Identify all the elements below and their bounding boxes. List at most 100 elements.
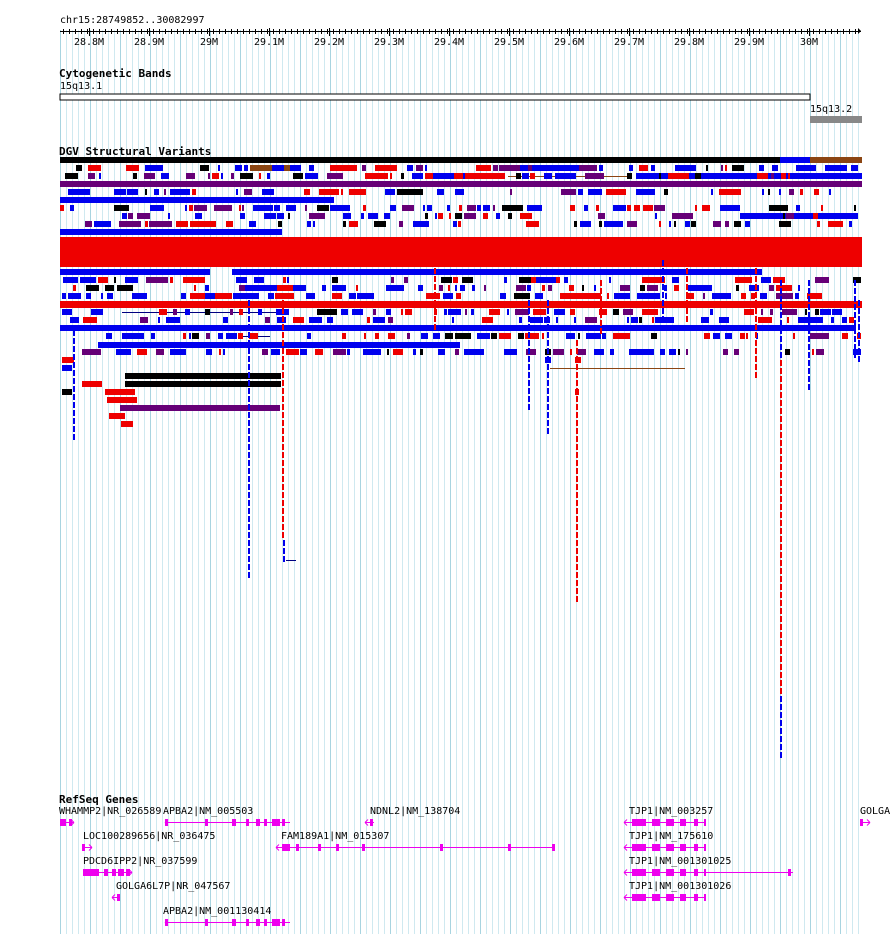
gene-exon	[83, 869, 99, 876]
dgv-variant	[805, 213, 809, 219]
dgv-variant	[547, 332, 549, 338]
dgv-variant	[86, 293, 91, 299]
dgv-variant	[576, 484, 578, 490]
dgv-variant	[386, 285, 404, 291]
dgv-variant	[205, 285, 209, 291]
dgv-variant	[600, 296, 602, 302]
dgv-variant	[798, 317, 823, 323]
dgv-variant	[686, 349, 688, 355]
dgv-variant	[236, 189, 238, 195]
dgv-variant	[735, 173, 750, 179]
dgv-variant	[293, 173, 303, 179]
dgv-variant	[798, 285, 800, 291]
dgv-variant	[780, 504, 782, 510]
dgv-variant	[453, 221, 457, 227]
dgv-variant	[536, 277, 556, 283]
dgv-variant	[125, 373, 281, 379]
dgv-variant	[588, 189, 602, 195]
gene-label[interactable]: LOC100289656|NR_036475	[83, 831, 215, 842]
dgv-variant	[643, 205, 653, 211]
gene-label[interactable]: APBA2|NM_001130414	[163, 906, 271, 917]
dgv-variant	[831, 173, 843, 179]
dgv-variant	[528, 380, 530, 386]
dgv-variant	[109, 413, 125, 419]
dgv-variant	[455, 189, 464, 195]
dgv-variant	[282, 444, 284, 450]
dgv-variant	[434, 284, 436, 290]
refseq-track-title[interactable]: RefSeq Genes	[59, 794, 138, 805]
gene-exon	[82, 844, 85, 851]
dgv-variant	[585, 173, 604, 179]
gene-label[interactable]: TJP1|NM_001301025	[629, 856, 731, 867]
dgv-variant	[725, 333, 732, 339]
cytoband-track-title[interactable]: Cytogenetic Bands	[59, 68, 172, 79]
gene-label[interactable]: TJP1|NM_001301026	[629, 881, 731, 892]
dgv-variant	[277, 285, 293, 291]
dgv-variant	[780, 576, 782, 582]
dgv-variant	[854, 320, 856, 326]
dgv-variant	[547, 404, 549, 410]
dgv-variant	[268, 293, 274, 299]
dgv-variant	[455, 213, 462, 219]
dgv-variant	[471, 309, 474, 315]
dgv-variant	[736, 285, 739, 291]
gene-label[interactable]: TJP1|NM_175610	[629, 831, 713, 842]
dgv-variant	[600, 288, 602, 294]
dgv-variant	[854, 328, 856, 334]
dgv-variant	[248, 380, 250, 386]
dgv-variant	[248, 564, 250, 570]
dgv-variant	[304, 189, 310, 195]
dgv-variant	[651, 165, 655, 171]
gene-label[interactable]: NDNL2|NM_138704	[370, 806, 460, 817]
dgv-variant	[772, 165, 778, 171]
dgv-variant	[460, 285, 465, 291]
gene-exon	[370, 819, 373, 826]
dgv-variant	[322, 285, 326, 291]
gene-label[interactable]: GOLGA	[860, 806, 890, 817]
gene-label[interactable]: APBA2|NM_005503	[163, 806, 253, 817]
dgv-variant	[435, 213, 437, 219]
dgv-variant	[244, 189, 252, 195]
dgv-variant	[547, 428, 549, 434]
dgv-variant	[780, 280, 782, 286]
dgv-variant	[520, 213, 532, 219]
cytoband-label-15q13-1: 15q13.1	[60, 81, 103, 92]
dgv-variant	[629, 349, 654, 355]
dgv-variant	[576, 508, 578, 514]
dgv-variant	[248, 372, 250, 378]
dgv-variant	[820, 309, 831, 315]
dgv-track-title[interactable]: DGV Structural Variants	[59, 146, 211, 157]
gene-exon	[318, 844, 321, 851]
dgv-variant	[780, 600, 782, 606]
dgv-variant	[518, 333, 524, 339]
dgv-variant	[504, 349, 517, 355]
gene-exon	[704, 844, 706, 851]
dgv-variant	[402, 205, 414, 211]
gene-label[interactable]: FAM189A1|NM_015307	[281, 831, 389, 842]
dgv-variant	[375, 165, 397, 171]
dgv-variant	[248, 444, 250, 450]
dgv-variant	[547, 420, 549, 426]
gene-label[interactable]: GOLGA6L7P|NR_047567	[116, 881, 230, 892]
gene-label[interactable]: TJP1|NM_003257	[629, 806, 713, 817]
dgv-variant	[686, 292, 688, 298]
dgv-variant	[613, 309, 619, 315]
dgv-variant	[810, 333, 829, 339]
dgv-variant	[205, 293, 215, 299]
gene-label[interactable]: WHAMMP2|NR_026589	[59, 806, 161, 817]
gene-label[interactable]: PDCD6IPP2|NR_037599	[83, 856, 197, 867]
gene-exon	[282, 844, 290, 851]
dgv-variant	[223, 317, 228, 323]
dgv-variant	[627, 317, 629, 323]
cytoband-15q13-2	[810, 116, 862, 123]
dgv-variant	[283, 540, 285, 546]
dgv-variant	[761, 277, 771, 283]
dgv-variant	[73, 330, 75, 336]
gene-exon	[652, 869, 660, 876]
dgv-variant	[114, 205, 129, 211]
dgv-variant	[664, 189, 668, 195]
dgv-variant	[122, 213, 127, 219]
dgv-variant	[98, 277, 108, 283]
dgv-variant	[614, 293, 630, 299]
dgv-variant	[771, 213, 774, 219]
